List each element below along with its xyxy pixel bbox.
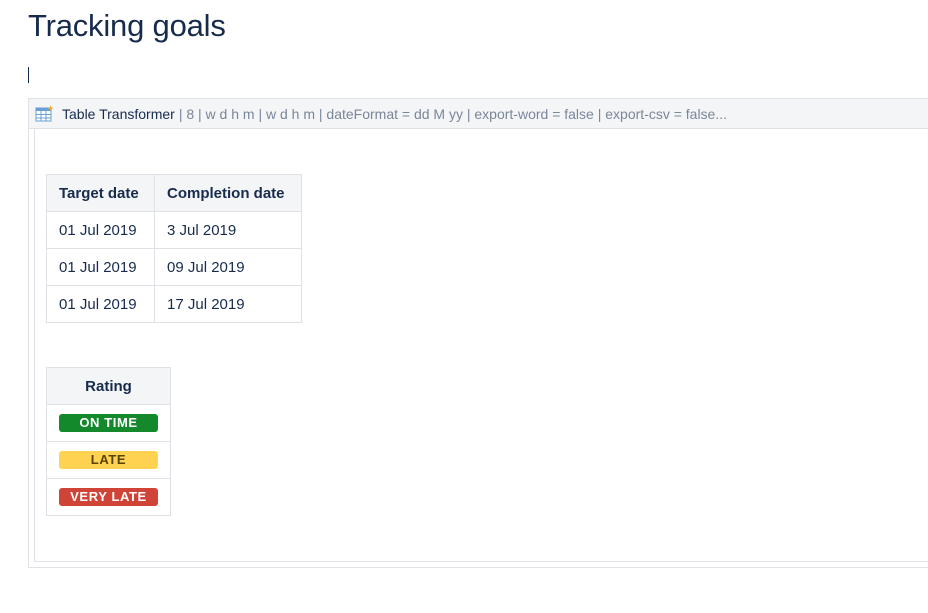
column-header-target-date: Target date	[46, 174, 155, 212]
status-badge-late: LATE	[59, 451, 158, 469]
table-row: 01 Jul 2019 17 Jul 2019	[46, 285, 302, 323]
macro-params: | 8 | w d h m | w d h m | dateFormat = d…	[178, 105, 728, 122]
table-row: 01 Jul 2019 09 Jul 2019	[46, 248, 302, 286]
status-badge-on-time: ON TIME	[59, 414, 158, 432]
rating-table: Rating ON TIME LATE VERY LATE	[46, 367, 171, 516]
macro-body: Target date Completion date 01 Jul 2019 …	[34, 129, 928, 562]
table-cell: ON TIME	[46, 404, 171, 442]
table-cell: 01 Jul 2019	[46, 285, 155, 323]
table-cell: LATE	[46, 441, 171, 479]
table-transformer-macro[interactable]: Table Transformer | 8 | w d h m | w d h …	[28, 98, 928, 568]
status-badge-very-late: VERY LATE	[59, 488, 158, 506]
dates-table: Target date Completion date 01 Jul 2019 …	[46, 174, 302, 323]
table-cell: 17 Jul 2019	[154, 285, 302, 323]
macro-header[interactable]: Table Transformer | 8 | w d h m | w d h …	[29, 99, 928, 129]
column-header-completion-date: Completion date	[154, 174, 302, 212]
table-row: 01 Jul 2019 3 Jul 2019	[46, 211, 302, 249]
macro-name: Table Transformer	[62, 105, 175, 122]
table-cell: 01 Jul 2019	[46, 211, 155, 249]
table-cell: 01 Jul 2019	[46, 248, 155, 286]
table-cell: 09 Jul 2019	[154, 248, 302, 286]
table-row: ON TIME	[46, 404, 171, 442]
text-cursor	[28, 67, 29, 83]
column-header-rating: Rating	[46, 367, 171, 405]
table-row: VERY LATE	[46, 478, 171, 516]
table-cell: VERY LATE	[46, 478, 171, 516]
table-row: LATE	[46, 441, 171, 479]
table-transformer-icon	[35, 105, 55, 123]
table-cell: 3 Jul 2019	[154, 211, 302, 249]
page-title: Tracking goals	[28, 8, 226, 43]
table-header-row: Target date Completion date	[46, 174, 302, 212]
table-header-row: Rating	[46, 367, 171, 405]
